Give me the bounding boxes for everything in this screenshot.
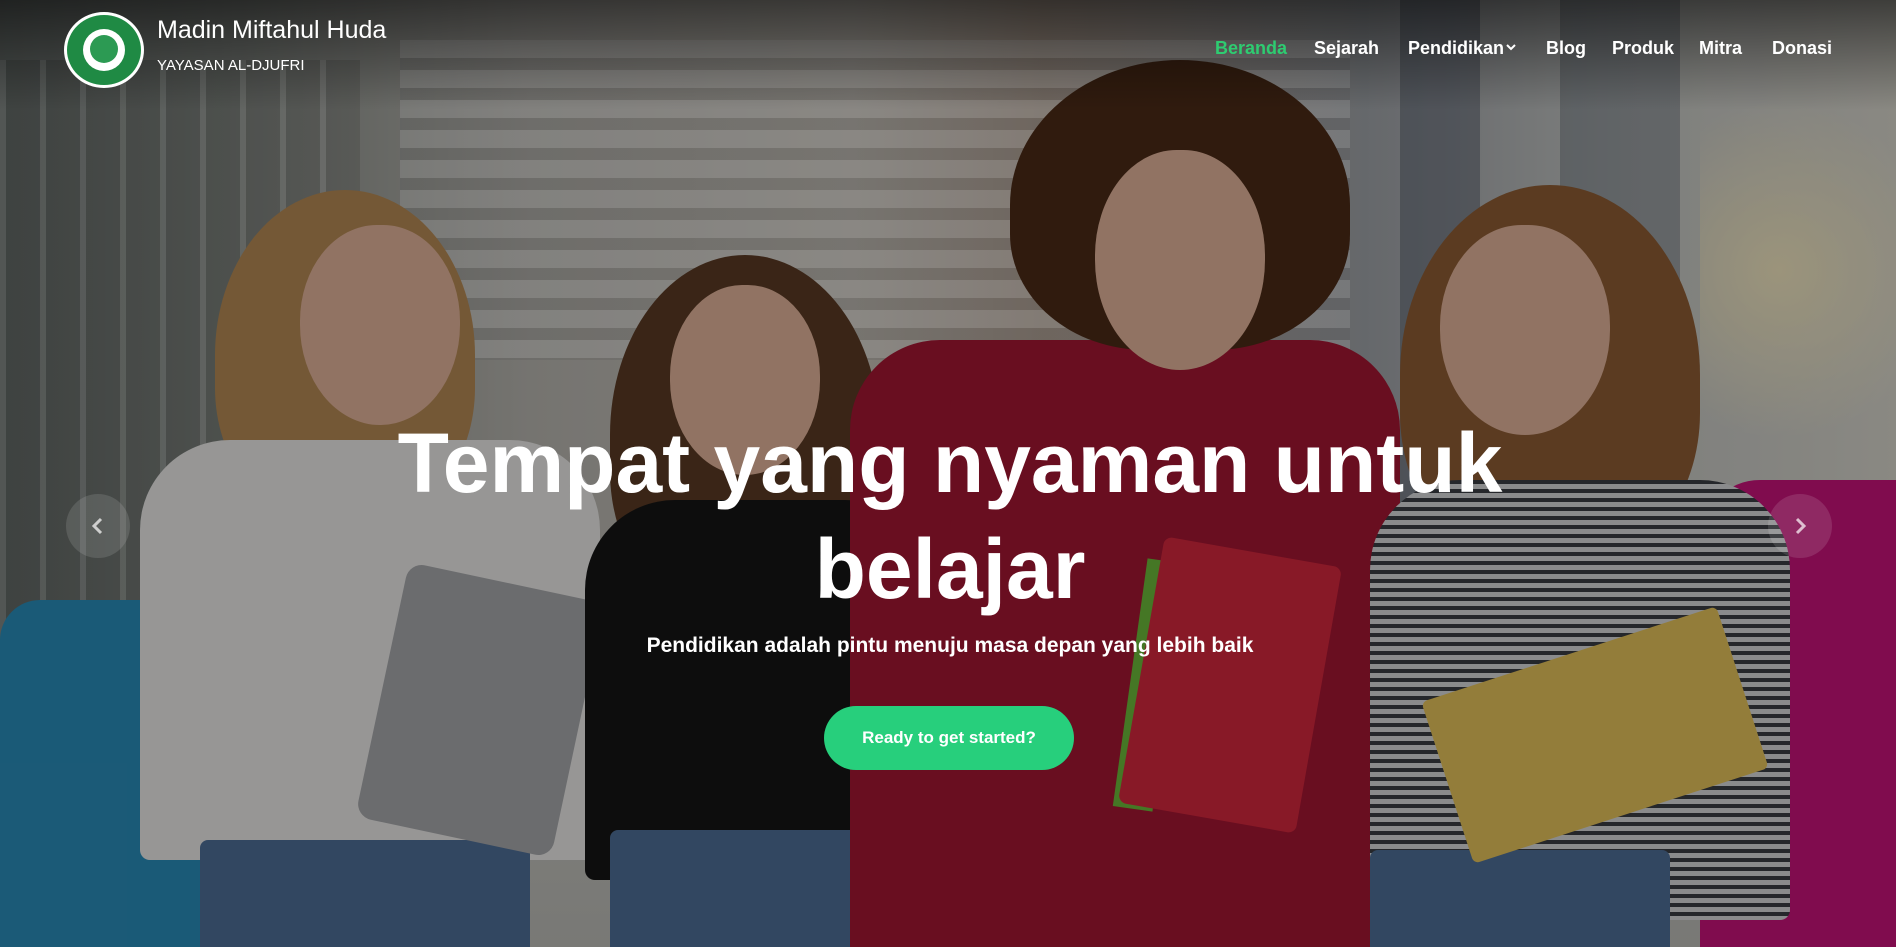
site-title[interactable]: Madin Miftahul Huda — [157, 16, 386, 45]
nav-item-beranda[interactable]: Beranda — [1215, 38, 1287, 59]
hero-headline-line2: belajar — [814, 522, 1086, 616]
carousel-next-button[interactable] — [1768, 494, 1832, 558]
site-header: Madin Miftahul Huda YAYASAN AL-DJUFRI Be… — [0, 0, 1896, 100]
carousel-prev-button[interactable] — [66, 494, 130, 558]
site-subtitle: YAYASAN AL-DJUFRI — [157, 57, 305, 74]
chevron-left-icon — [91, 517, 103, 535]
nav-item-donasi[interactable]: Donasi — [1772, 38, 1832, 59]
hero-headline: Tempat yang nyaman untuk belajar — [250, 410, 1650, 622]
chevron-right-icon — [1795, 517, 1807, 535]
nav-item-mitra[interactable]: Mitra — [1699, 38, 1742, 59]
chevron-down-icon[interactable] — [1506, 42, 1516, 52]
globe-icon — [90, 35, 118, 63]
nav-item-produk[interactable]: Produk — [1612, 38, 1674, 59]
nav-item-blog[interactable]: Blog — [1546, 38, 1586, 59]
hero-headline-line1: Tempat yang nyaman untuk — [397, 416, 1503, 510]
nav-item-sejarah[interactable]: Sejarah — [1314, 38, 1379, 59]
hero-subtitle: Pendidikan adalah pintu menuju masa depa… — [646, 634, 1254, 657]
main-nav: Beranda Sejarah Pendidikan Blog Produk M… — [1200, 38, 1840, 68]
get-started-button[interactable]: Ready to get started? — [824, 706, 1074, 770]
nav-item-pendidikan[interactable]: Pendidikan — [1408, 38, 1504, 59]
school-emblem-logo[interactable] — [64, 12, 144, 88]
